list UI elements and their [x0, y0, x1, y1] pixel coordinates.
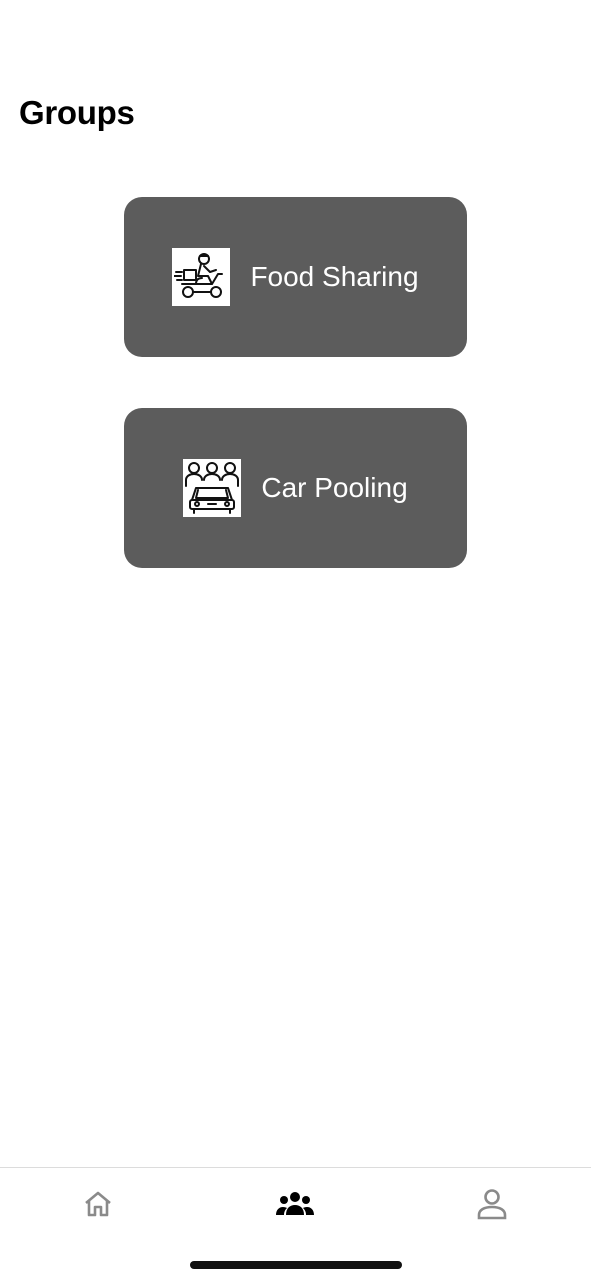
group-card-food-sharing[interactable]: Food Sharing	[124, 197, 467, 357]
group-icon	[276, 1192, 314, 1215]
profile-icon	[477, 1189, 507, 1220]
delivery-scooter-icon	[172, 248, 231, 306]
home-icon	[85, 1191, 111, 1217]
group-card-car-pooling[interactable]: Car Pooling	[124, 408, 467, 568]
tab-groups[interactable]	[275, 1186, 315, 1222]
tab-profile[interactable]	[472, 1186, 512, 1222]
group-card-label: Car Pooling	[261, 472, 408, 503]
carpool-people-car-icon	[183, 459, 242, 517]
group-card-label: Food Sharing	[250, 261, 419, 292]
home-indicator	[190, 1261, 402, 1269]
page-title: Groups	[19, 94, 135, 131]
tab-home[interactable]	[78, 1186, 118, 1222]
